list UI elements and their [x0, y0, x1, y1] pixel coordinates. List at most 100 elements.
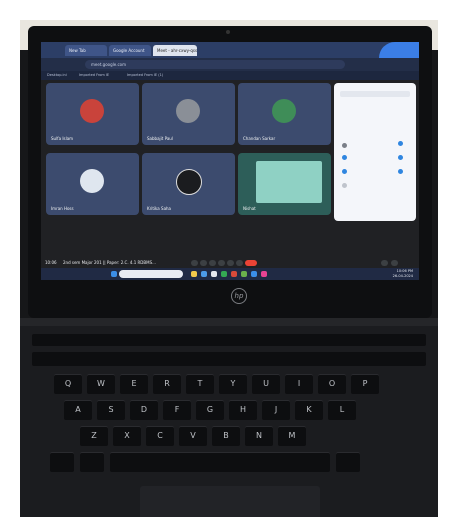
key-h[interactable]: H [229, 400, 257, 420]
key-o[interactable]: O [318, 374, 346, 394]
people-button[interactable] [381, 260, 388, 266]
key-z[interactable]: Z [80, 426, 108, 446]
laptop-hinge [20, 318, 438, 326]
folder-icon[interactable] [191, 271, 197, 277]
key-u[interactable]: U [252, 374, 280, 394]
participant-name: Sabbajit Paul [147, 136, 173, 141]
laptop-lid: New Tab Google Account Meet - ahr-cxwy-q… [28, 26, 432, 318]
meet-time: 10:06 [45, 260, 57, 265]
participant-tile[interactable]: Chandan Sarkar [238, 83, 331, 145]
key-e[interactable]: E [120, 374, 148, 394]
webcam [226, 30, 230, 34]
browser-tab-bar: New Tab Google Account Meet - ahr-cxwy-q… [41, 42, 419, 58]
panel-header [340, 91, 410, 97]
laptop-screen: New Tab Google Account Meet - ahr-cxwy-q… [41, 42, 419, 280]
key-w[interactable]: W [87, 374, 115, 394]
participant-tile[interactable]: Imran Hoss [46, 153, 139, 215]
participant-tile[interactable]: Sabbajit Paul [142, 83, 235, 145]
meet-controls-bar: 10:06 2nd sem Major 201 || Paper: 2.C. 4… [41, 258, 419, 268]
more-options-button[interactable] [236, 260, 243, 266]
key-a[interactable]: A [64, 400, 92, 420]
key-windows[interactable] [50, 452, 74, 472]
participant-avatar [272, 99, 296, 123]
bookmarks-bar: Desktop.ini Imported From IE Imported Fr… [41, 71, 419, 80]
participant-avatar [80, 99, 104, 123]
participant-name: Kritika Saha [147, 206, 172, 211]
browser-tab-active[interactable]: Meet - ahr-cxwy-qss [153, 45, 197, 56]
present-button[interactable] [227, 260, 234, 266]
key-x[interactable]: X [113, 426, 141, 446]
key-c[interactable]: C [146, 426, 174, 446]
key-l[interactable]: L [328, 400, 356, 420]
key-space[interactable] [110, 452, 330, 472]
people-side-panel [334, 83, 416, 221]
laptop-photo: New Tab Google Account Meet - ahr-cxwy-q… [20, 20, 438, 517]
participant-video [256, 161, 322, 203]
function-key-row [32, 334, 426, 346]
participant-tile[interactable]: Kritika Saha [142, 153, 235, 215]
taskbar-search[interactable] [119, 270, 183, 278]
bookmark-item[interactable]: Imported From IE [79, 71, 109, 80]
panel-avatar [342, 183, 347, 188]
participant-tile[interactable]: Nishat [238, 153, 331, 215]
store-icon[interactable] [211, 271, 217, 277]
windows-taskbar: 10:06 PM 26-04-2024 [41, 268, 419, 280]
mic-button[interactable] [191, 260, 198, 266]
key-t[interactable]: T [186, 374, 214, 394]
taskbar-clock[interactable]: 10:06 PM 26-04-2024 [393, 269, 413, 279]
key-m[interactable]: M [278, 426, 306, 446]
participant-avatar [80, 169, 104, 193]
app-icon[interactable] [261, 271, 267, 277]
panel-avatar [342, 143, 347, 148]
url-input[interactable]: meet.google.com [85, 60, 345, 69]
address-bar: meet.google.com [41, 58, 419, 71]
key-f[interactable]: F [163, 400, 191, 420]
chrome-icon[interactable] [221, 271, 227, 277]
mic-indicator-icon [398, 155, 403, 160]
key-k[interactable]: K [295, 400, 323, 420]
clock-date: 26-04-2024 [392, 274, 413, 278]
participant-name: Sulfa Islam [51, 136, 74, 141]
key-y[interactable]: Y [219, 374, 247, 394]
browser-tab[interactable]: New Tab [65, 45, 107, 56]
chat-button[interactable] [391, 260, 398, 266]
panel-avatar [342, 169, 347, 174]
captions-button[interactable] [209, 260, 216, 266]
key-g[interactable]: G [196, 400, 224, 420]
leave-call-button[interactable] [245, 260, 257, 266]
participant-name: Chandan Sarkar [243, 136, 276, 141]
participant-tile[interactable]: Sulfa Islam [46, 83, 139, 145]
key-i[interactable]: I [285, 374, 313, 394]
app-icon[interactable] [251, 271, 257, 277]
app-icon[interactable] [231, 271, 237, 277]
key-b[interactable]: B [212, 426, 240, 446]
edge-icon[interactable] [201, 271, 207, 277]
windows-start-icon[interactable] [111, 271, 117, 277]
app-icon[interactable] [241, 271, 247, 277]
key-r[interactable]: R [153, 374, 181, 394]
key-n[interactable]: N [245, 426, 273, 446]
key-q[interactable]: Q [54, 374, 82, 394]
bookmark-item[interactable]: Imported From IE (1) [127, 71, 163, 80]
bookmark-item[interactable]: Desktop.ini [47, 71, 67, 80]
key-alt-right[interactable] [336, 452, 360, 472]
raise-hand-button[interactable] [218, 260, 225, 266]
camera-button[interactable] [200, 260, 207, 266]
window-accent [379, 42, 419, 58]
mic-indicator-icon [398, 169, 403, 174]
meet-call-area: Sulfa Islam Sabbajit Paul Chandan Sarkar… [41, 80, 419, 258]
participant-avatar [176, 99, 200, 123]
key-j[interactable]: J [262, 400, 290, 420]
touchpad[interactable] [140, 486, 320, 517]
participant-name: Imran Hoss [51, 206, 74, 211]
key-p[interactable]: P [351, 374, 379, 394]
hp-logo: hp [231, 288, 247, 304]
browser-tab[interactable]: Google Account [109, 45, 151, 56]
meeting-title: 2nd sem Major 201 || Paper: 2.C. 4.1 RDB… [63, 260, 156, 265]
key-v[interactable]: V [179, 426, 207, 446]
number-key-row [32, 352, 426, 366]
mic-indicator-icon [398, 141, 403, 146]
key-s[interactable]: S [97, 400, 125, 420]
key-d[interactable]: D [130, 400, 158, 420]
key-alt[interactable] [80, 452, 104, 472]
